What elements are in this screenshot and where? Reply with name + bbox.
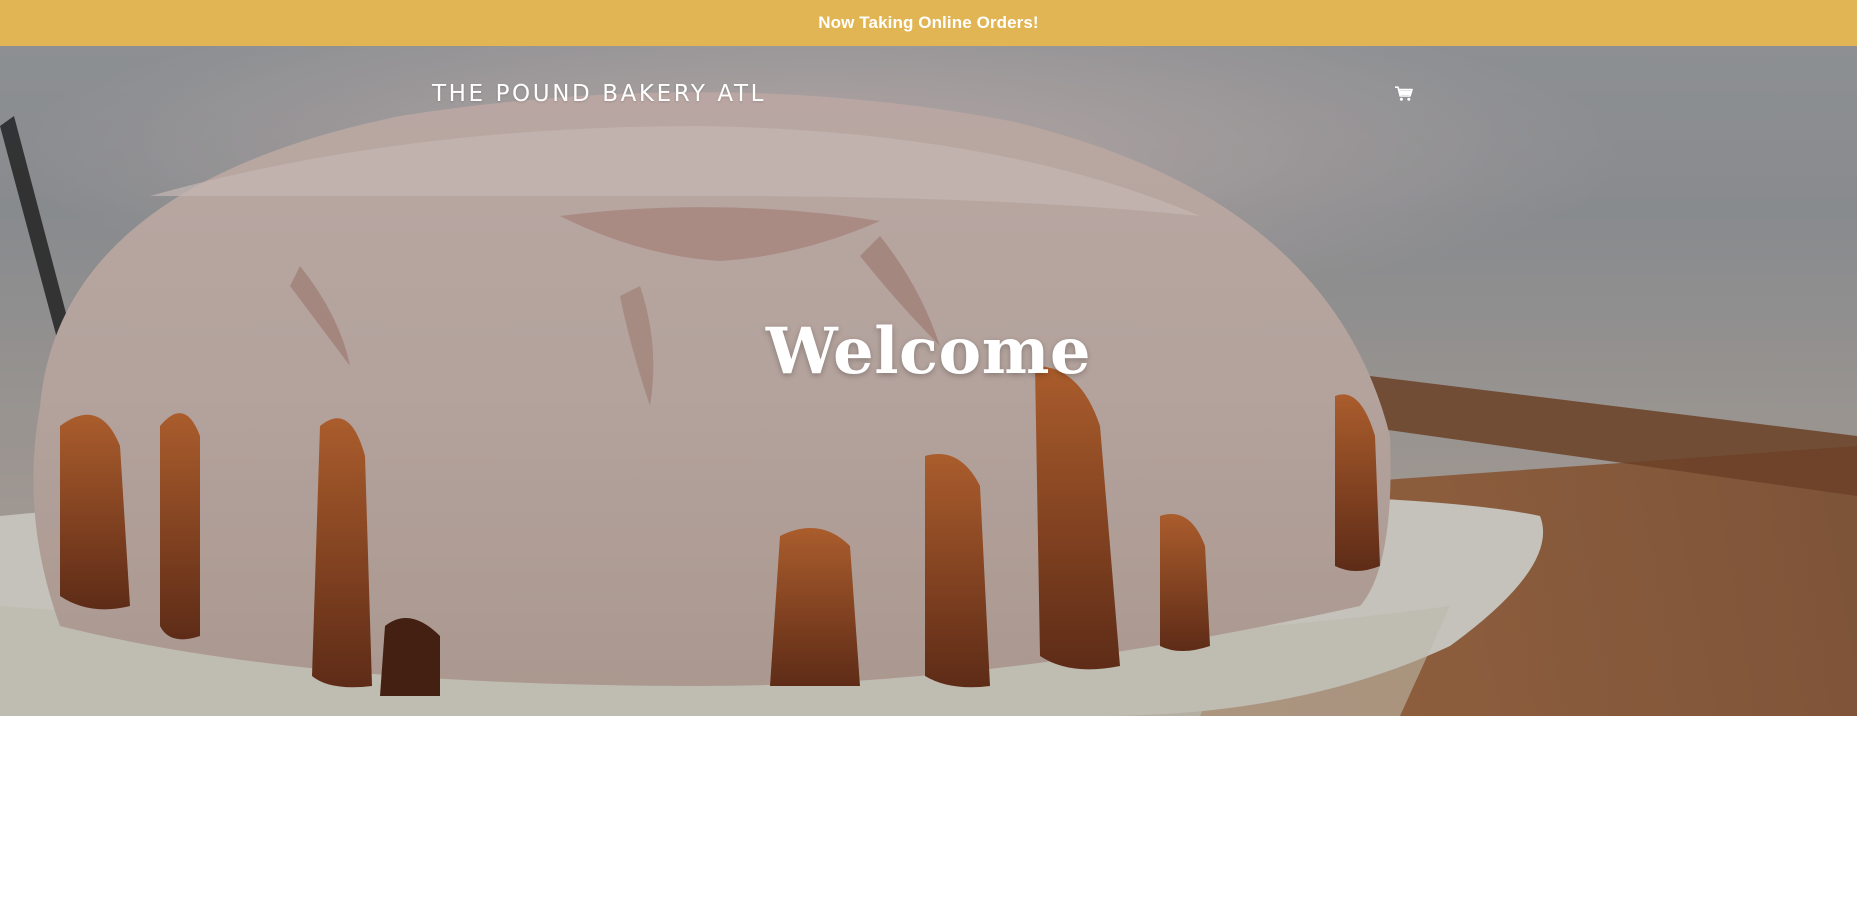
announcement-bar: Now Taking Online Orders!: [0, 0, 1857, 46]
page-content: [0, 716, 1857, 897]
hero-title: Welcome: [765, 314, 1092, 389]
announcement-text: Now Taking Online Orders!: [818, 13, 1039, 32]
cart-link[interactable]: [1392, 82, 1416, 106]
site-header: THE POUND BAKERY ATL: [432, 74, 1416, 114]
site-logo-link[interactable]: THE POUND BAKERY ATL: [432, 81, 766, 107]
hero-banner: THE POUND BAKERY ATL Welcome: [0, 46, 1857, 716]
shopping-cart-icon: [1395, 86, 1413, 101]
